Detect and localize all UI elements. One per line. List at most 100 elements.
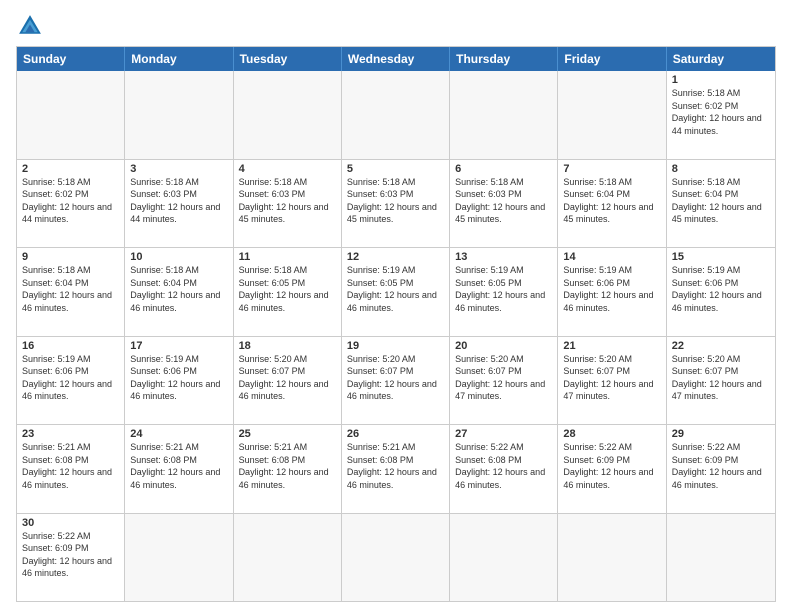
day-number: 12	[347, 251, 444, 263]
day-info: Sunrise: 5:20 AM Sunset: 6:07 PM Dayligh…	[347, 353, 444, 403]
logo-icon	[16, 12, 44, 40]
calendar-cell: 9Sunrise: 5:18 AM Sunset: 6:04 PM Daylig…	[17, 248, 125, 336]
day-info: Sunrise: 5:18 AM Sunset: 6:04 PM Dayligh…	[563, 176, 660, 226]
day-info: Sunrise: 5:20 AM Sunset: 6:07 PM Dayligh…	[563, 353, 660, 403]
calendar-row-5: 23Sunrise: 5:21 AM Sunset: 6:08 PM Dayli…	[17, 424, 775, 513]
day-info: Sunrise: 5:18 AM Sunset: 6:03 PM Dayligh…	[347, 176, 444, 226]
day-info: Sunrise: 5:21 AM Sunset: 6:08 PM Dayligh…	[347, 441, 444, 491]
day-info: Sunrise: 5:19 AM Sunset: 6:05 PM Dayligh…	[347, 264, 444, 314]
day-number: 22	[672, 340, 770, 352]
day-info: Sunrise: 5:18 AM Sunset: 6:03 PM Dayligh…	[130, 176, 227, 226]
calendar-cell: 29Sunrise: 5:22 AM Sunset: 6:09 PM Dayli…	[667, 425, 775, 513]
day-info: Sunrise: 5:18 AM Sunset: 6:03 PM Dayligh…	[455, 176, 552, 226]
calendar-body: 1Sunrise: 5:18 AM Sunset: 6:02 PM Daylig…	[17, 71, 775, 601]
calendar-cell	[342, 71, 450, 159]
header-cell-friday: Friday	[558, 47, 666, 71]
calendar-cell: 11Sunrise: 5:18 AM Sunset: 6:05 PM Dayli…	[234, 248, 342, 336]
day-number: 5	[347, 163, 444, 175]
calendar-row-3: 9Sunrise: 5:18 AM Sunset: 6:04 PM Daylig…	[17, 247, 775, 336]
day-number: 30	[22, 517, 119, 529]
calendar-cell: 6Sunrise: 5:18 AM Sunset: 6:03 PM Daylig…	[450, 160, 558, 248]
day-number: 8	[672, 163, 770, 175]
calendar-cell	[125, 71, 233, 159]
header-cell-thursday: Thursday	[450, 47, 558, 71]
day-info: Sunrise: 5:19 AM Sunset: 6:06 PM Dayligh…	[22, 353, 119, 403]
day-number: 15	[672, 251, 770, 263]
page: SundayMondayTuesdayWednesdayThursdayFrid…	[0, 0, 792, 612]
day-info: Sunrise: 5:18 AM Sunset: 6:02 PM Dayligh…	[22, 176, 119, 226]
calendar-cell: 22Sunrise: 5:20 AM Sunset: 6:07 PM Dayli…	[667, 337, 775, 425]
day-info: Sunrise: 5:18 AM Sunset: 6:04 PM Dayligh…	[672, 176, 770, 226]
day-info: Sunrise: 5:20 AM Sunset: 6:07 PM Dayligh…	[239, 353, 336, 403]
day-info: Sunrise: 5:18 AM Sunset: 6:05 PM Dayligh…	[239, 264, 336, 314]
day-number: 18	[239, 340, 336, 352]
day-number: 29	[672, 428, 770, 440]
calendar-cell: 17Sunrise: 5:19 AM Sunset: 6:06 PM Dayli…	[125, 337, 233, 425]
calendar-cell: 4Sunrise: 5:18 AM Sunset: 6:03 PM Daylig…	[234, 160, 342, 248]
calendar-cell: 24Sunrise: 5:21 AM Sunset: 6:08 PM Dayli…	[125, 425, 233, 513]
day-number: 21	[563, 340, 660, 352]
calendar-row-2: 2Sunrise: 5:18 AM Sunset: 6:02 PM Daylig…	[17, 159, 775, 248]
day-info: Sunrise: 5:21 AM Sunset: 6:08 PM Dayligh…	[130, 441, 227, 491]
day-number: 20	[455, 340, 552, 352]
day-number: 10	[130, 251, 227, 263]
calendar-cell: 23Sunrise: 5:21 AM Sunset: 6:08 PM Dayli…	[17, 425, 125, 513]
calendar-cell: 8Sunrise: 5:18 AM Sunset: 6:04 PM Daylig…	[667, 160, 775, 248]
day-info: Sunrise: 5:19 AM Sunset: 6:05 PM Dayligh…	[455, 264, 552, 314]
calendar-cell	[342, 514, 450, 602]
calendar-cell	[125, 514, 233, 602]
day-info: Sunrise: 5:18 AM Sunset: 6:02 PM Dayligh…	[672, 87, 770, 137]
header-cell-wednesday: Wednesday	[342, 47, 450, 71]
calendar-cell: 13Sunrise: 5:19 AM Sunset: 6:05 PM Dayli…	[450, 248, 558, 336]
day-number: 14	[563, 251, 660, 263]
calendar-cell: 12Sunrise: 5:19 AM Sunset: 6:05 PM Dayli…	[342, 248, 450, 336]
day-info: Sunrise: 5:19 AM Sunset: 6:06 PM Dayligh…	[563, 264, 660, 314]
calendar-cell: 1Sunrise: 5:18 AM Sunset: 6:02 PM Daylig…	[667, 71, 775, 159]
day-number: 6	[455, 163, 552, 175]
day-number: 17	[130, 340, 227, 352]
calendar-cell	[234, 514, 342, 602]
header-cell-monday: Monday	[125, 47, 233, 71]
calendar-cell	[558, 71, 666, 159]
header-cell-saturday: Saturday	[667, 47, 775, 71]
calendar-cell	[17, 71, 125, 159]
day-info: Sunrise: 5:20 AM Sunset: 6:07 PM Dayligh…	[672, 353, 770, 403]
day-info: Sunrise: 5:21 AM Sunset: 6:08 PM Dayligh…	[22, 441, 119, 491]
day-number: 3	[130, 163, 227, 175]
day-number: 16	[22, 340, 119, 352]
calendar-header-row: SundayMondayTuesdayWednesdayThursdayFrid…	[17, 47, 775, 71]
calendar-cell: 10Sunrise: 5:18 AM Sunset: 6:04 PM Dayli…	[125, 248, 233, 336]
day-info: Sunrise: 5:19 AM Sunset: 6:06 PM Dayligh…	[672, 264, 770, 314]
day-info: Sunrise: 5:22 AM Sunset: 6:09 PM Dayligh…	[22, 530, 119, 580]
calendar-cell: 20Sunrise: 5:20 AM Sunset: 6:07 PM Dayli…	[450, 337, 558, 425]
day-number: 27	[455, 428, 552, 440]
calendar-cell: 25Sunrise: 5:21 AM Sunset: 6:08 PM Dayli…	[234, 425, 342, 513]
calendar-cell: 5Sunrise: 5:18 AM Sunset: 6:03 PM Daylig…	[342, 160, 450, 248]
day-number: 9	[22, 251, 119, 263]
day-info: Sunrise: 5:18 AM Sunset: 6:04 PM Dayligh…	[130, 264, 227, 314]
calendar-cell	[234, 71, 342, 159]
day-info: Sunrise: 5:19 AM Sunset: 6:06 PM Dayligh…	[130, 353, 227, 403]
calendar-cell	[450, 71, 558, 159]
calendar-cell: 15Sunrise: 5:19 AM Sunset: 6:06 PM Dayli…	[667, 248, 775, 336]
day-info: Sunrise: 5:22 AM Sunset: 6:09 PM Dayligh…	[672, 441, 770, 491]
calendar-cell: 19Sunrise: 5:20 AM Sunset: 6:07 PM Dayli…	[342, 337, 450, 425]
calendar-cell: 30Sunrise: 5:22 AM Sunset: 6:09 PM Dayli…	[17, 514, 125, 602]
day-info: Sunrise: 5:21 AM Sunset: 6:08 PM Dayligh…	[239, 441, 336, 491]
calendar-cell: 21Sunrise: 5:20 AM Sunset: 6:07 PM Dayli…	[558, 337, 666, 425]
day-number: 24	[130, 428, 227, 440]
calendar-row-6: 30Sunrise: 5:22 AM Sunset: 6:09 PM Dayli…	[17, 513, 775, 602]
day-number: 2	[22, 163, 119, 175]
day-number: 26	[347, 428, 444, 440]
day-number: 11	[239, 251, 336, 263]
header-cell-tuesday: Tuesday	[234, 47, 342, 71]
calendar-cell: 26Sunrise: 5:21 AM Sunset: 6:08 PM Dayli…	[342, 425, 450, 513]
calendar-cell	[450, 514, 558, 602]
day-number: 13	[455, 251, 552, 263]
calendar-cell	[558, 514, 666, 602]
day-number: 19	[347, 340, 444, 352]
day-info: Sunrise: 5:18 AM Sunset: 6:04 PM Dayligh…	[22, 264, 119, 314]
day-number: 1	[672, 74, 770, 86]
day-number: 4	[239, 163, 336, 175]
calendar-row-4: 16Sunrise: 5:19 AM Sunset: 6:06 PM Dayli…	[17, 336, 775, 425]
